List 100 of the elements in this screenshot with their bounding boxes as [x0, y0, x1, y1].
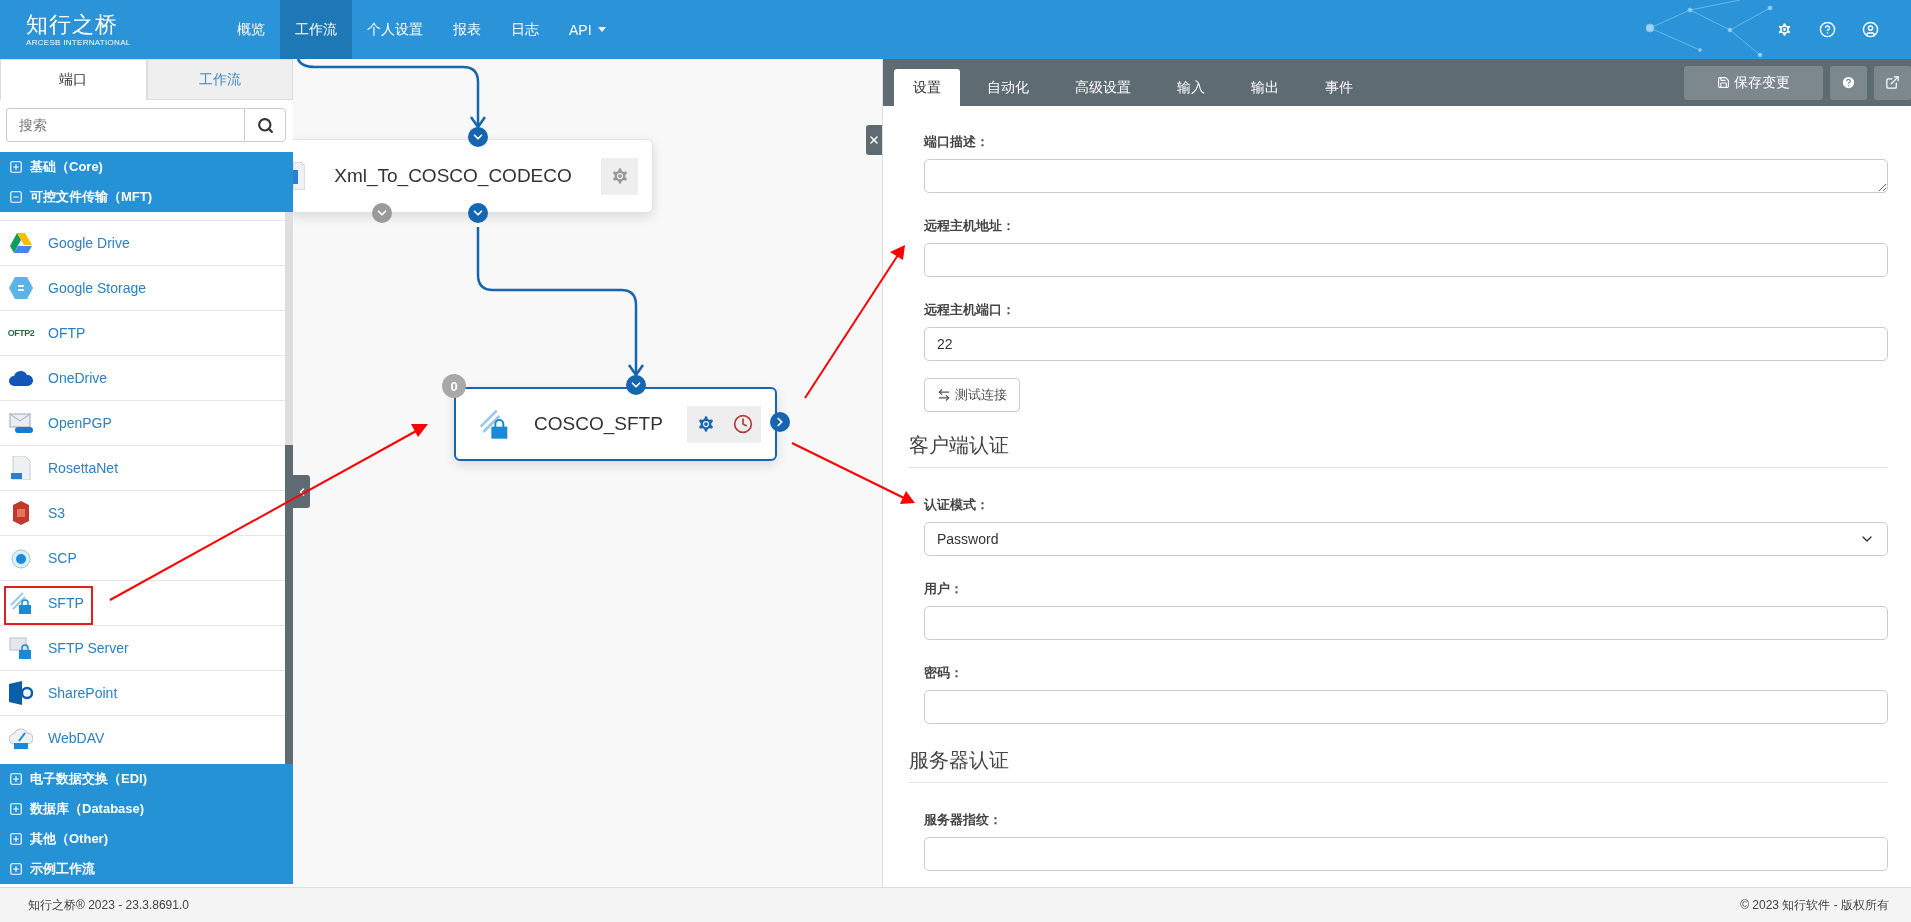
connector-item[interactable]: RosettaNet	[0, 445, 285, 490]
nav-item[interactable]: 工作流	[280, 0, 352, 59]
input-port[interactable]	[468, 127, 488, 147]
output-port[interactable]	[770, 412, 790, 432]
input-field[interactable]	[924, 243, 1888, 277]
external-link-button[interactable]	[1874, 65, 1911, 100]
field-label: 密码：	[924, 664, 964, 681]
category-header[interactable]: 示例工作流	[0, 854, 293, 884]
input-field[interactable]: 22	[924, 327, 1888, 361]
field-label: 端口描述：	[924, 133, 990, 150]
hexagon-logo-icon	[9, 277, 33, 299]
close-button[interactable]	[866, 125, 882, 155]
node-name: Xml_To_COSCO_CODECO	[333, 165, 573, 187]
version-text: 知行之桥® 2023 - 23.3.8691.0	[28, 896, 189, 914]
field-label: 服务器指纹：	[924, 811, 1003, 828]
connector-item[interactable]: SFTP Server	[0, 625, 285, 670]
category-label: 可控文件传输（MFT)	[30, 188, 153, 206]
panel-tab[interactable]: 事件	[1306, 69, 1372, 106]
node-name: COSCO_SFTP	[533, 413, 664, 435]
connector-item[interactable]: S3	[0, 490, 285, 535]
category-header[interactable]: 其他（Other)	[0, 824, 293, 854]
nav-item[interactable]: 个人设置	[352, 0, 438, 59]
settings-button[interactable]	[687, 405, 724, 443]
category-header[interactable]: 可控文件传输（MFT)	[0, 182, 293, 212]
category-header[interactable]: 电子数据交换（EDI)	[0, 764, 293, 794]
field-label: 用户：	[924, 580, 964, 597]
clock-icon	[732, 414, 753, 434]
category-header[interactable]: 基础（Core)	[0, 152, 293, 182]
panel-tab[interactable]: 输出	[1232, 69, 1298, 106]
sharepoint-logo-icon	[9, 681, 33, 705]
schedule-button[interactable]	[724, 405, 761, 443]
connector-item[interactable]: OneDrive	[0, 355, 285, 400]
field-label: 远程主机端口：	[924, 301, 1016, 318]
sidebar-tab[interactable]: 工作流	[146, 59, 293, 100]
input-field[interactable]	[924, 837, 1888, 871]
search-field[interactable]: 搜索	[6, 108, 244, 142]
nav-item[interactable]: API	[554, 0, 621, 59]
help-icon[interactable]	[1819, 21, 1836, 38]
category-label: 其他（Other)	[30, 830, 108, 848]
search-icon	[256, 116, 274, 134]
category-label: 示例工作流	[30, 860, 95, 878]
arrows-lock-icon	[478, 408, 510, 440]
connector-item[interactable]: SharePoint	[0, 670, 285, 715]
settings-button[interactable]	[601, 157, 638, 195]
panel-tab[interactable]: 输入	[1158, 69, 1224, 106]
help-button[interactable]	[1830, 65, 1867, 100]
logo-subtitle: ARCESB INTERNATIONAL	[26, 37, 132, 47]
logo-title: 知行之桥	[26, 12, 119, 37]
output-port[interactable]	[468, 203, 488, 223]
floppy-icon	[1717, 76, 1730, 89]
connector-item[interactable]: SFTP	[0, 580, 285, 625]
panel-tab[interactable]: 高级设置	[1056, 69, 1150, 106]
select-field[interactable]: Password	[924, 522, 1888, 556]
settings-icon[interactable]	[1776, 21, 1793, 38]
section-heading: 服务器认证	[909, 748, 1888, 783]
arrows-lock-icon	[9, 591, 33, 615]
field-label: 远程主机地址：	[924, 217, 1016, 234]
error-port[interactable]	[372, 203, 392, 223]
workflow-node[interactable]: Xml_To_COSCO_CODECO	[293, 139, 653, 213]
panel-tab[interactable]: 自动化	[968, 69, 1048, 106]
count-badge: 0	[442, 374, 466, 398]
connector-item[interactable]: Google Storage	[0, 265, 285, 310]
field-label: 认证模式：	[924, 496, 990, 513]
envelope-key-icon	[9, 412, 33, 434]
connector-item[interactable]: SCP	[0, 535, 285, 580]
gear-icon	[695, 414, 716, 434]
cloud-pencil-icon	[9, 726, 33, 750]
panel-tab[interactable]: 设置	[894, 69, 960, 106]
close-icon	[868, 134, 880, 146]
category-label: 电子数据交换（EDI)	[30, 770, 147, 788]
nav-item[interactable]: 概览	[222, 0, 280, 59]
connector-item[interactable]: Google Drive	[0, 220, 285, 265]
nav-item[interactable]: 日志	[496, 0, 554, 59]
copyright-text: © 2023 知行软件 - 版权所有	[1740, 896, 1889, 914]
sidebar-tab[interactable]: 端口	[0, 59, 147, 100]
input-field[interactable]	[924, 690, 1888, 724]
connector-item[interactable]: WebDAV	[0, 715, 285, 760]
cloud-icon	[9, 370, 33, 386]
nav-item[interactable]: 报表	[438, 0, 496, 59]
document-icon	[293, 162, 305, 190]
user-icon[interactable]	[1862, 21, 1879, 38]
logo-text: OFTP2	[7, 328, 35, 338]
category-label: 基础（Core)	[30, 158, 103, 176]
input-field[interactable]	[924, 606, 1888, 640]
category-header[interactable]: 数据库（Database)	[0, 794, 293, 824]
connector-item[interactable]: OpenPGP	[0, 400, 285, 445]
input-port[interactable]	[626, 375, 646, 395]
bucket-icon	[11, 501, 31, 525]
collapse-button[interactable]	[293, 475, 310, 508]
save-button[interactable]: 保存变更	[1684, 65, 1823, 100]
globe-icon	[9, 546, 33, 570]
category-label: 数据库（Database)	[30, 800, 145, 818]
external-link-icon	[1885, 75, 1900, 90]
search-button[interactable]	[244, 108, 286, 142]
swap-icon	[937, 388, 951, 402]
scrollbar[interactable]	[285, 212, 293, 764]
triangle-logo-icon	[10, 233, 32, 253]
server-lock-icon	[9, 636, 33, 660]
help-icon	[1841, 75, 1856, 90]
test-connection-button[interactable]: 测试连接	[924, 378, 1020, 412]
